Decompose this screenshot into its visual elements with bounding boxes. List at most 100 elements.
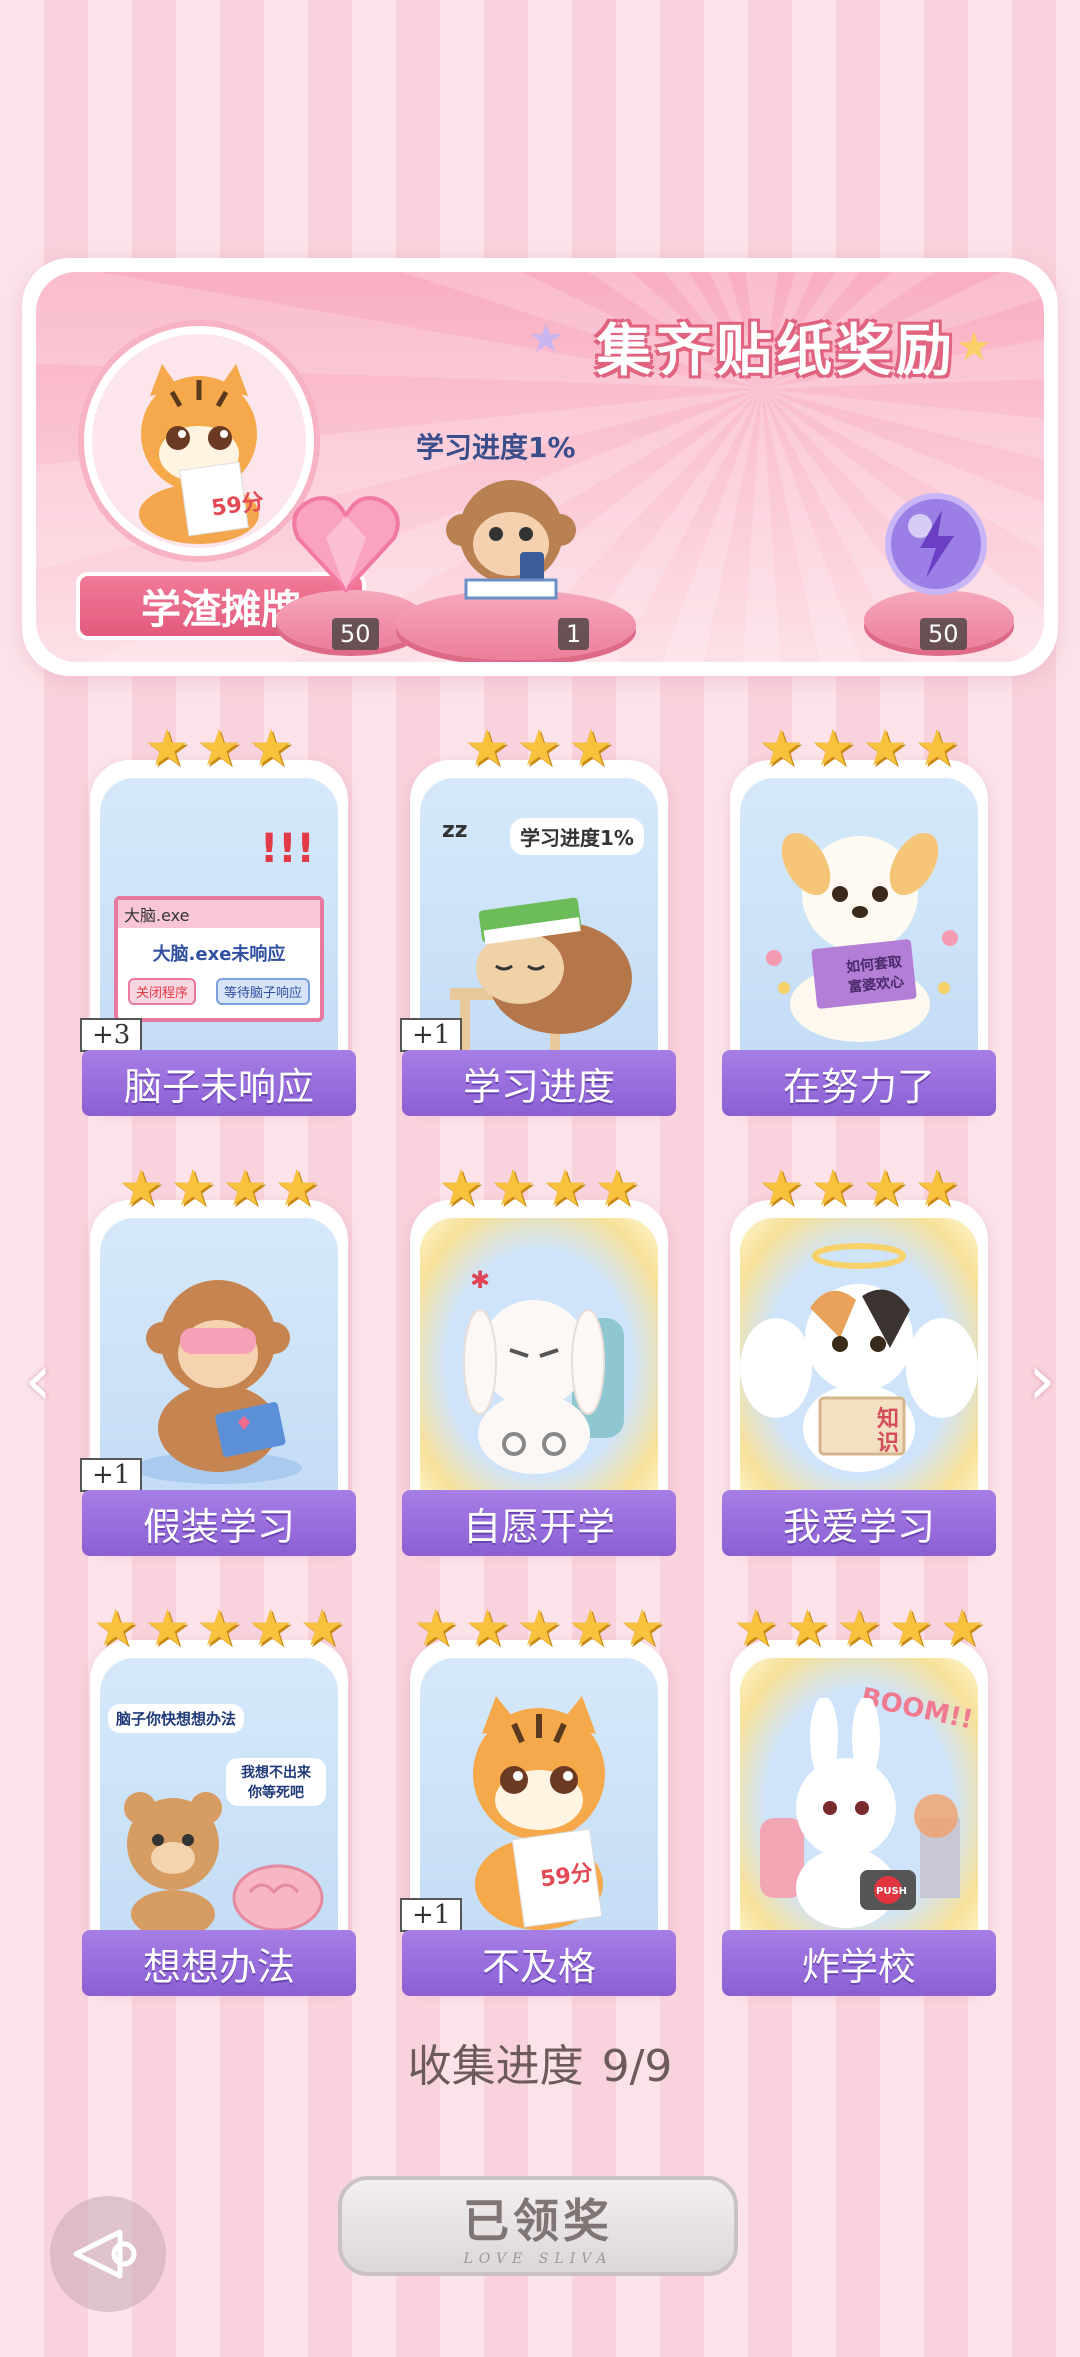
chevron-left-icon[interactable]: ‹: [14, 1340, 62, 1420]
star-icon: ★: [516, 719, 562, 777]
progress-bubble: 学习进度1%: [510, 818, 644, 855]
star-icon: ★: [118, 1159, 164, 1217]
exclaim-icon: !!!: [260, 826, 315, 872]
window-message: 大脑.exe未响应: [152, 944, 286, 965]
reward-panel-inner: ★ ★ 集齐贴纸奖励 59分 学渣摊牌 50 学习进度1% 1 50: [36, 272, 1044, 662]
star-icon: ★: [464, 1599, 510, 1657]
star-icon: ★: [568, 719, 614, 777]
speech-bubble: 脑子你快想想办法: [108, 1704, 245, 1733]
angel-cat-icon: [740, 1243, 978, 1472]
reward-title: 集齐贴纸奖励: [596, 319, 956, 384]
card-label: 学习进度: [402, 1050, 676, 1116]
star-icon: ★: [810, 1159, 856, 1217]
sticker-card[interactable]: ★ ★ ★ ★ +1 假装学习: [80, 1162, 356, 1556]
card-label: 炸学校: [722, 1930, 996, 1996]
duplicate-count-badge: +1: [80, 1458, 143, 1492]
star-icon: ★: [170, 1159, 216, 1217]
sticker-card[interactable]: ★ ★ ★ ★ ★ 59分 +1 不及格: [400, 1602, 676, 1996]
window-title: 大脑.exe: [118, 900, 320, 928]
star-icon: ★: [144, 1599, 190, 1657]
card-label: 假装学习: [82, 1490, 356, 1556]
star-icon: ★: [862, 719, 908, 777]
star-icon: ★: [594, 1159, 640, 1217]
star-rating: ★ ★ ★: [90, 722, 348, 774]
star-icon: ★: [914, 1159, 960, 1217]
reward-count: 50: [332, 618, 379, 650]
sticker-card[interactable]: ★ ★ ★ !!! 大脑.exe 大脑.exe未响应 关闭程序 等待脑子响应 +…: [80, 722, 356, 1116]
duplicate-count-badge: +3: [80, 1018, 143, 1052]
book-text: 如何套取 富婆欢心: [845, 954, 905, 996]
star-icon: ★: [758, 719, 804, 777]
card-label: 在努力了: [722, 1050, 996, 1116]
back-arrow-icon: [73, 2229, 137, 2279]
sticker-card[interactable]: ★ ★ ★ ★ ★ BOOM!! PUSH 炸学校: [722, 1602, 996, 1996]
star-rating: ★ ★ ★ ★ ★: [410, 1602, 668, 1654]
reward-count: 1: [558, 618, 590, 650]
duplicate-count-badge: +1: [400, 1018, 463, 1052]
card-art: ✱: [420, 1218, 658, 1508]
chevron-right-icon[interactable]: ›: [1018, 1340, 1066, 1420]
star-icon: ★: [516, 1599, 562, 1657]
back-button[interactable]: [50, 2196, 166, 2312]
star-icon: ★: [490, 1159, 536, 1217]
star-icon: ★: [196, 719, 242, 777]
star-rating: ★ ★ ★ ★ ★: [90, 1602, 348, 1654]
book-text: 知识: [876, 1407, 899, 1456]
bunny-detonator-icon: [760, 1698, 960, 1928]
sticker-card[interactable]: ★ ★ ★ ★ 知识 我爱学习: [722, 1162, 996, 1556]
star-icon: ★: [196, 1599, 242, 1657]
svg-text:✱: ✱: [470, 1266, 490, 1294]
close-program-button: 关闭程序: [127, 978, 196, 1005]
monkey-progress-label: 学习进度1%: [416, 431, 576, 464]
star-icon: ★: [862, 1159, 908, 1217]
tiger-avatar-icon: [139, 364, 259, 544]
duplicate-count-badge: +1: [400, 1898, 463, 1932]
star-icon: ★: [939, 1599, 985, 1657]
error-window: 大脑.exe 大脑.exe未响应 关闭程序 等待脑子响应: [114, 896, 324, 1022]
star-decoration-icon: ★: [528, 316, 564, 362]
sticker-card[interactable]: ★ ★ ★ zz 学习进度1% +1 学习进度: [400, 722, 676, 1116]
wait-button: 等待脑子响应: [215, 978, 310, 1005]
sleeping-sloth-icon: [450, 897, 632, 1050]
star-icon: ★: [836, 1599, 882, 1657]
star-icon: ★: [888, 1599, 933, 1657]
star-icon: ★: [464, 719, 510, 777]
star-icon: ★: [413, 1599, 459, 1657]
card-art: 脑子你快想想办法 我想不出来 你等死吧: [100, 1658, 338, 1948]
sticker-card[interactable]: ★ ★ ★ ★ 如何套取 富婆欢心 在努力了: [722, 722, 996, 1116]
purple-lightning-orb-icon: [885, 493, 987, 595]
star-icon: ★: [758, 1159, 804, 1217]
reward-panel: ★ ★ 集齐贴纸奖励 59分 学渣摊牌 50 学习进度1% 1 50: [22, 258, 1058, 676]
bunny-backpack-icon: ✱: [463, 1266, 624, 1474]
star-icon: ★: [248, 719, 294, 777]
card-label: 脑子未响应: [82, 1050, 356, 1116]
star-icon: ★: [784, 1599, 830, 1657]
star-icon: ★: [568, 1599, 613, 1657]
star-icon: ★: [274, 1159, 320, 1217]
card-art: 如何套取 富婆欢心: [740, 778, 978, 1068]
star-rating: ★ ★ ★ ★: [90, 1162, 348, 1214]
star-icon: ★: [93, 1599, 139, 1657]
star-icon: ★: [733, 1599, 779, 1657]
star-icon: ★: [222, 1159, 268, 1217]
claimed-button[interactable]: 已领奖 LOVE SLIVA: [338, 2176, 738, 2276]
star-decoration-icon: ★: [956, 324, 992, 370]
star-rating: ★ ★ ★ ★: [730, 1162, 988, 1214]
star-rating: ★ ★ ★ ★ ★: [730, 1602, 988, 1654]
sticker-card[interactable]: ★ ★ ★ ★ ★ 脑子你快想想办法 我想不出来 你等死吧 想想办法: [82, 1602, 356, 1996]
star-icon: ★: [810, 719, 856, 777]
card-label: 想想办法: [82, 1930, 356, 1996]
puppy-reading-icon: [766, 832, 958, 1042]
card-art: 知识: [740, 1218, 978, 1508]
star-rating: ★ ★ ★ ★: [730, 722, 988, 774]
avatar-sticker[interactable]: [84, 326, 314, 556]
star-icon: ★: [144, 719, 190, 777]
collection-progress-label: 收集进度: [407, 2041, 584, 2092]
star-icon: ★: [542, 1159, 588, 1217]
star-icon: ★: [619, 1599, 665, 1657]
sticker-card[interactable]: ★ ★ ★ ★ ✱ 自愿开学: [402, 1162, 676, 1556]
card-label: 自愿开学: [402, 1490, 676, 1556]
star-icon: ★: [438, 1159, 484, 1217]
monkey-phone-sticker-icon: [446, 480, 576, 600]
push-text: PUSH: [876, 1886, 908, 1897]
